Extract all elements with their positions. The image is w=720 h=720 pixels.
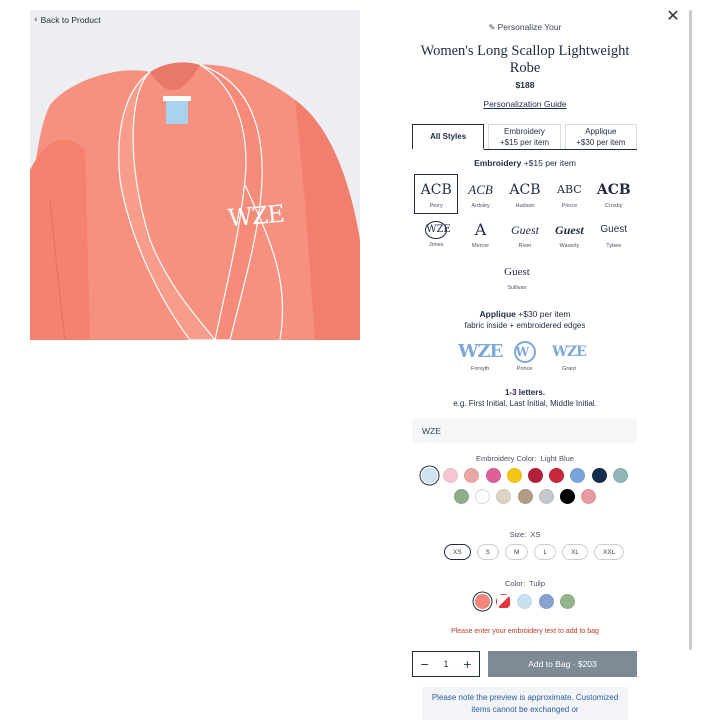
back-to-product-link[interactable]: ‹ Back to Product [34,15,101,25]
embroidery-color-swatch-10[interactable] [612,468,628,483]
embroidery-color-swatch-9[interactable] [591,468,607,483]
tab-applique[interactable]: Applique +$30 per item [564,124,637,149]
embroidery-color-swatches-row2 [454,489,597,504]
size-label: Size: XS [509,530,541,539]
minus-icon[interactable]: − [420,658,429,671]
embroidery-color-label: Embroidery Color: Light Blue [476,454,574,463]
embroidery-color-row2-swatch-1[interactable] [454,489,469,504]
personalization-modal: WZE ‹ Back to Product ✕ ✎ Personalize Yo… [0,0,720,720]
embroidery-color-swatches-row1 [422,468,628,483]
product-image: WZE [30,10,360,340]
embroidery-color-row2-swatch-4[interactable] [517,489,533,504]
size-options: XS S M L XL XXL [444,544,625,560]
embroidery-text-input[interactable] [412,419,637,443]
personalize-label: ✎ Personalize Your [488,22,562,32]
robe-color-swatch-4[interactable] [538,594,554,609]
applique-heading: Applique +$30 per item [479,309,571,319]
size-option-xxl[interactable]: XXL [594,544,625,560]
robe-monogram: WZE [226,199,285,233]
robe-illustration [30,10,360,340]
embroidery-color-row2-swatch-5[interactable] [538,489,554,504]
applique-option-grant[interactable]: WZE Grant [547,336,591,376]
font-option-prince[interactable]: ABC Prince [547,174,591,214]
font-option-ardsley[interactable]: ACB Ardsley [458,174,502,214]
tab-all-styles[interactable]: All Styles [412,124,485,150]
embroidery-color-row2-swatch-2[interactable] [475,489,491,504]
robe-color-swatches [475,594,575,609]
robe-color-swatch-5[interactable] [559,594,575,609]
embroidery-color-swatch-6[interactable] [527,468,543,483]
plus-icon[interactable]: + [463,658,472,671]
embroidery-font-grid: ACB Perry ACB Ardsley ACB Hudson ABC Pri… [414,174,636,254]
scrollbar[interactable] [689,10,692,650]
quantity-stepper: − 1 + [412,651,480,677]
embroidery-color-swatch-3[interactable] [464,468,480,483]
embroidery-color-swatch-1[interactable] [422,468,437,483]
embroidery-color-row2-swatch-6[interactable] [559,489,575,504]
size-option-s[interactable]: S [476,544,500,560]
robe-color-swatch-1[interactable] [475,594,490,609]
applique-option-forsyth[interactable]: WZE Forsyth [458,336,503,376]
embroidery-heading: Embroidery +$15 per item [474,158,576,168]
embroidery-color-swatch-5[interactable] [506,468,522,483]
robe-color-swatch-2[interactable] [496,594,512,609]
font-option-jones[interactable]: WZE Jones [414,214,458,254]
chevron-left-icon: ‹ [34,15,38,25]
robe-color-swatch-3[interactable] [517,594,533,609]
applique-font-grid: WZE Forsyth W Ponce WZE Grant [458,336,591,376]
personalization-guide-link[interactable]: Personalization Guide [410,99,640,109]
font-option-waverly[interactable]: Guest Waverly [547,214,591,254]
style-tabs: All Styles Embroidery +$15 per item Appl… [412,124,637,150]
error-message: Please enter your embroidery text to add… [451,628,599,635]
close-icon[interactable]: ✕ [664,6,682,25]
embroidery-color-swatch-2[interactable] [443,468,459,483]
quantity-value: 1 [443,659,449,669]
size-option-xs[interactable]: XS [444,544,471,560]
font-option-crosby[interactable]: ACB Crosby [592,174,636,214]
size-option-m[interactable]: M [505,544,529,560]
embroidery-color-swatch-8[interactable] [570,468,586,483]
embroidery-color-row2-swatch-7[interactable] [581,489,597,504]
size-option-xl[interactable]: XL [562,544,589,560]
robe-color-label: Color: Tulip [504,579,546,588]
embroidery-color-swatch-7[interactable] [549,468,565,483]
add-to-bag-button[interactable]: Add to Bag · $203 [488,651,637,677]
applique-option-ponce[interactable]: W Ponce [502,336,546,376]
font-option-mercer[interactable]: A Mercer [458,214,502,254]
embroidery-color-swatch-4[interactable] [485,468,501,483]
back-link-label: Back to Product [40,15,101,25]
font-option-hudson[interactable]: ACB Hudson [503,174,547,214]
font-option-sullivan[interactable]: Guest Sullivan [495,262,539,291]
applique-subtitle: fabric inside + embroidered edges [464,321,586,330]
preview-note: Please note the preview is approximate. … [422,687,628,720]
letters-note: 1-3 letters. e.g. First Initial, Last In… [453,388,597,408]
font-option-river[interactable]: Guest River [503,214,547,254]
product-title: Women's Long Scallop Lightweight Robe [420,43,630,76]
tab-embroidery[interactable]: Embroidery +$15 per item [488,124,561,149]
product-price: $188 [515,80,535,90]
size-option-l[interactable]: L [534,544,557,560]
font-option-perry[interactable]: ACB Perry [414,174,459,214]
font-option-tybee[interactable]: Guest Tybee [592,214,636,254]
embroidery-color-row2-swatch-3[interactable] [496,489,512,504]
pencil-icon: ✎ [488,23,496,32]
